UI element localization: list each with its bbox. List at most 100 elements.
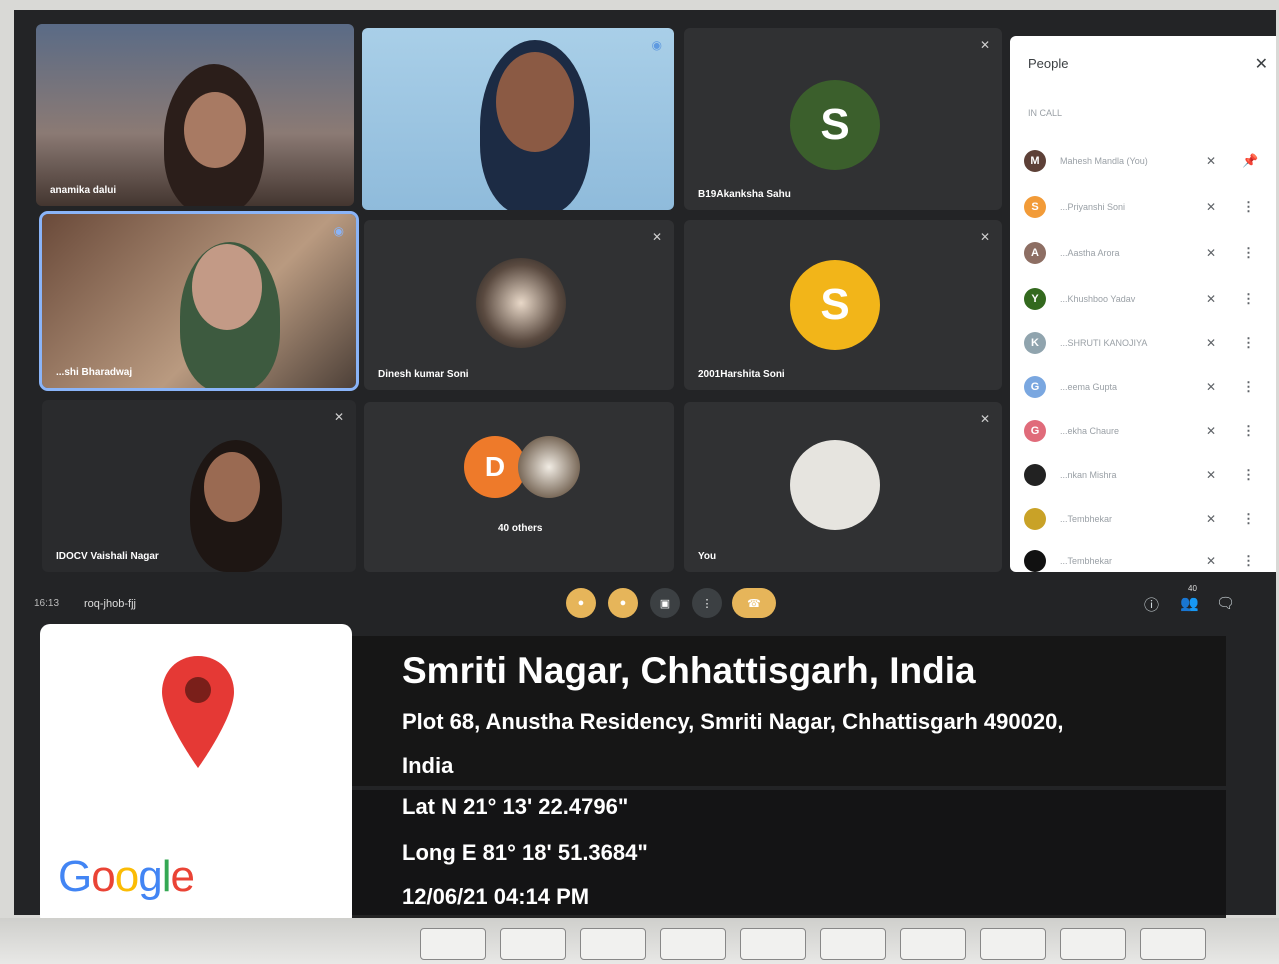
avatar: G [1024,376,1046,398]
participant-row[interactable]: ...nkan Mishra ✕ ⋮ [1010,458,1276,494]
more-options-icon[interactable]: ⋮ [1242,245,1255,261]
mic-off-icon: ✕ [1206,380,1217,394]
more-options-icon[interactable]: ⋮ [1242,423,1255,439]
section-label: IN CALL [1028,108,1063,118]
mic-toggle-button[interactable]: ● [566,588,596,618]
mic-off-icon: ✕ [333,410,344,424]
pin-icon[interactable]: 📌 [1242,153,1258,169]
participant-row[interactable]: S ...Priyanshi Soni ✕ ⋮ [1010,190,1276,226]
self-avatar [790,440,880,530]
others-count: 40 others [498,523,543,534]
participant-row[interactable]: Y ...Khushboo Yadav ✕ ⋮ [1010,282,1276,318]
meeting-time: 16:13 [34,598,60,609]
participant-face [184,92,246,168]
speaking-indicator-icon: ◉ [333,224,344,238]
more-options-icon[interactable]: ⋮ [1242,199,1255,215]
participant-row[interactable]: G ...ekha Chaure ✕ ⋮ [1010,414,1276,450]
more-options-icon[interactable]: ⋮ [1242,467,1255,483]
present-screen-button[interactable]: ▣ [650,588,680,618]
mic-off-icon: ✕ [1206,512,1217,526]
avatar: A [1024,242,1046,264]
participant-row[interactable]: K ...SHRUTI KANOJIYA ✕ ⋮ [1010,326,1276,362]
people-panel-title: People [1028,56,1069,71]
participant-name: ...eema Gupta [1060,382,1118,392]
avatar: Y [1024,288,1046,310]
timestamp: 12/06/21 04:14 PM [402,884,590,909]
more-options-icon[interactable]: ⋮ [1242,335,1255,351]
more-options-icon[interactable]: ⋮ [1242,553,1255,569]
map-card: Google [40,624,352,926]
participant-name: You [698,551,717,562]
laptop-keyboard [0,918,1279,964]
meeting-code: roq-jhob-fjj [84,598,136,610]
keyboard-key [580,928,646,960]
people-panel: People ✕ IN CALL M Mahesh Mandla (You) ✕… [1010,36,1276,572]
participant-name: ...Tembhekar [1060,514,1113,524]
map-pin-icon [162,656,234,768]
participant-tile[interactable]: ◉ [362,28,674,210]
mic-off-icon: ✕ [1206,336,1217,350]
google-logo: Google [58,852,195,901]
participant-tile[interactable]: ◉ ...shi Bharadwaj [39,211,359,391]
address-line: India [402,753,454,778]
participant-avatar [476,258,566,348]
more-options-button[interactable]: ⋮ [692,588,722,618]
participant-avatar: S [790,80,880,170]
more-options-icon[interactable]: ⋮ [1242,379,1255,395]
keyboard-key [1060,928,1126,960]
mic-off-icon: ✕ [1206,292,1217,306]
keyboard-key [1140,928,1206,960]
participant-row[interactable]: G ...eema Gupta ✕ ⋮ [1010,370,1276,406]
leave-call-button[interactable]: ☎ [732,588,776,618]
avatar [1024,550,1046,572]
latitude: Lat N 21° 13' 22.4796" [402,794,629,819]
info-icon[interactable]: ⓘ [1144,594,1159,615]
mic-off-icon: ✕ [979,412,990,426]
mic-off-icon: ✕ [1206,424,1217,438]
camera-toggle-button[interactable]: ● [608,588,638,618]
chat-icon[interactable]: 🗨 [1216,594,1235,612]
mic-off-icon: ✕ [979,38,990,52]
participant-tile[interactable]: S ✕ B19Akanksha Sahu [684,28,1002,210]
participant-tile[interactable]: anamika dalui [36,24,354,206]
keyboard-key [900,928,966,960]
participant-tile[interactable]: ✕ IDOCV Vaishali Nagar [42,400,356,572]
participant-name: ...nkan Mishra [1060,470,1117,480]
self-tile[interactable]: ✕ You [684,402,1002,572]
participant-tile[interactable]: S ✕ 2001Harshita Soni [684,220,1002,390]
avatar: S [1024,196,1046,218]
participant-avatar [518,436,580,498]
participant-tile[interactable]: D 40 others [364,402,674,572]
avatar [1024,508,1046,530]
participant-row[interactable]: A ...Aastha Arora ✕ ⋮ [1010,236,1276,272]
participant-row[interactable]: ...Tembhekar ✕ ⋮ [1010,544,1276,572]
keyboard-key [980,928,1046,960]
mic-off-icon: ✕ [651,230,662,244]
participant-row[interactable]: ...Tembhekar ✕ ⋮ [1010,502,1276,538]
participant-name: Mahesh Mandla (You) [1060,156,1148,166]
close-icon[interactable]: ✕ [1255,54,1268,74]
participant-row[interactable]: M Mahesh Mandla (You) ✕ 📌 [1010,144,1276,180]
more-options-icon[interactable]: ⋮ [1242,511,1255,527]
keyboard-key [420,928,486,960]
keyboard-key [500,928,566,960]
participant-avatar: D [464,436,526,498]
participant-name: ...Aastha Arora [1060,248,1120,258]
participant-tile[interactable]: ✕ Dinesh kumar Soni [364,220,674,390]
keyboard-key [660,928,726,960]
participant-name: ...ekha Chaure [1060,426,1120,436]
mic-off-icon: ✕ [979,230,990,244]
participant-name: ...Tembhekar [1060,556,1113,566]
longitude: Long E 81° 18' 51.3684" [402,840,648,865]
participant-count-badge: 40 [1188,584,1197,593]
mic-off-icon: ✕ [1206,154,1217,168]
location-info-overlay: Smriti Nagar, Chhattisgarh, India Plot 6… [352,636,1226,930]
address: Plot 68, Anustha Residency, Smriti Nagar… [402,700,1182,788]
people-icon[interactable]: 👥 [1180,594,1199,612]
participant-name: anamika dalui [50,185,117,196]
avatar: M [1024,150,1046,172]
avatar: K [1024,332,1046,354]
avatar: G [1024,420,1046,442]
keyboard-key [820,928,886,960]
more-options-icon[interactable]: ⋮ [1242,291,1255,307]
